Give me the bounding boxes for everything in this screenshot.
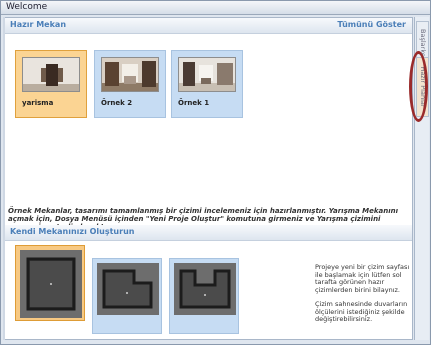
create-space-header: Kendi Mekanınızı Oluşturun [4, 225, 412, 241]
space-thumbnail [101, 57, 159, 92]
create-space-title: Kendi Mekanınızı Oluşturun [10, 227, 135, 236]
welcome-content: Hazır Mekan Tümünü Göster yarisma Örnek … [3, 17, 413, 340]
l-shape-plan-icon [97, 263, 159, 315]
help-paragraph-1: Projeye yeni bir çizim sayfası ile başla… [315, 263, 410, 294]
ready-spaces-title: Hazır Mekan [10, 20, 67, 29]
annotation-circle [409, 51, 428, 122]
plan-card-l-shape[interactable] [92, 258, 162, 334]
space-card-ornek-1[interactable]: Örnek 1 [171, 50, 243, 118]
title-bar[interactable]: Welcome [1, 1, 430, 15]
left-edge [3, 17, 5, 340]
space-card-ornek-2[interactable]: Örnek 2 [94, 50, 166, 118]
plan-card-u-shape[interactable] [169, 258, 239, 334]
space-card-label: Örnek 2 [101, 99, 133, 107]
space-card-yarisma[interactable]: yarisma [15, 50, 87, 118]
window-title: Welcome [6, 2, 48, 12]
space-card-label: yarisma [22, 99, 54, 107]
create-space-help: Projeye yeni bir çizim sayfası ile başla… [315, 263, 411, 324]
space-thumbnail [22, 57, 80, 92]
space-thumbnail [178, 57, 236, 92]
square-plan-icon [20, 250, 82, 318]
ready-spaces-header: Hazır Mekan Tümünü Göster [4, 18, 412, 34]
help-paragraph-2: Çizim sahnesinde duvarların ölçülerini i… [315, 300, 408, 323]
show-all-link[interactable]: Tümünü Göster [337, 20, 406, 29]
u-shape-plan-icon [174, 263, 236, 315]
plan-card-square[interactable] [15, 245, 85, 321]
space-card-label: Örnek 1 [178, 99, 210, 107]
